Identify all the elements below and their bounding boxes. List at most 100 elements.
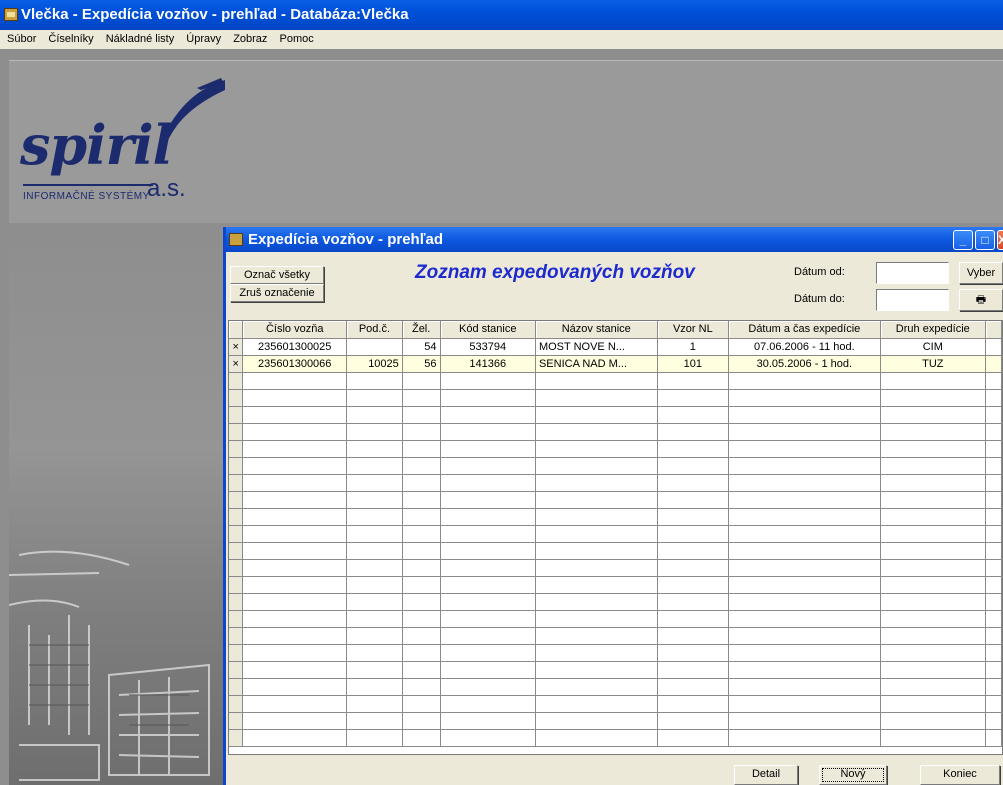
table-cell[interactable]: 56 bbox=[402, 355, 441, 373]
table-cell[interactable] bbox=[535, 559, 658, 577]
wagon-grid[interactable]: Číslo vozňa Pod.č. Žel. Kód stanice Názo… bbox=[228, 320, 1003, 755]
row-mark-checkbox[interactable] bbox=[229, 627, 244, 645]
table-cell[interactable] bbox=[402, 491, 441, 509]
table-cell[interactable]: 141366 bbox=[440, 355, 536, 373]
table-row[interactable] bbox=[229, 474, 1002, 492]
table-cell[interactable] bbox=[728, 457, 881, 475]
table-cell[interactable] bbox=[657, 508, 730, 526]
table-cell[interactable] bbox=[346, 406, 403, 424]
table-cell[interactable]: 54 bbox=[402, 338, 441, 356]
table-cell[interactable] bbox=[346, 644, 403, 662]
clear-selection-button[interactable]: Zruš označenie bbox=[230, 284, 324, 302]
table-cell[interactable] bbox=[535, 576, 658, 594]
table-cell[interactable] bbox=[440, 542, 536, 560]
table-cell[interactable] bbox=[242, 695, 348, 713]
table-cell[interactable] bbox=[535, 729, 658, 747]
table-cell[interactable] bbox=[535, 508, 658, 526]
table-cell[interactable] bbox=[242, 610, 348, 628]
table-cell[interactable] bbox=[242, 474, 348, 492]
table-cell[interactable] bbox=[880, 627, 987, 645]
table-cell[interactable] bbox=[728, 712, 881, 730]
table-cell[interactable] bbox=[402, 678, 441, 696]
table-cell[interactable] bbox=[535, 474, 658, 492]
table-row[interactable] bbox=[229, 440, 1002, 458]
table-cell[interactable] bbox=[242, 423, 348, 441]
table-cell[interactable] bbox=[728, 423, 881, 441]
table-cell[interactable] bbox=[728, 542, 881, 560]
table-row[interactable] bbox=[229, 593, 1002, 611]
table-cell[interactable] bbox=[535, 610, 658, 628]
table-cell[interactable] bbox=[440, 576, 536, 594]
table-cell[interactable] bbox=[242, 593, 348, 611]
table-cell[interactable] bbox=[242, 406, 348, 424]
table-cell[interactable] bbox=[880, 423, 987, 441]
table-row[interactable] bbox=[229, 695, 1002, 713]
table-cell[interactable] bbox=[657, 644, 730, 662]
table-cell[interactable] bbox=[657, 678, 730, 696]
table-cell[interactable] bbox=[535, 491, 658, 509]
table-cell[interactable] bbox=[880, 440, 987, 458]
table-cell[interactable] bbox=[440, 440, 536, 458]
table-cell[interactable] bbox=[880, 389, 987, 407]
table-cell[interactable] bbox=[535, 695, 658, 713]
table-cell[interactable] bbox=[402, 695, 441, 713]
detail-button[interactable]: Detail bbox=[734, 765, 798, 785]
row-mark-checkbox[interactable] bbox=[229, 372, 244, 390]
table-cell[interactable] bbox=[880, 457, 987, 475]
table-cell[interactable] bbox=[880, 406, 987, 424]
menu-help[interactable]: Pomoc bbox=[280, 33, 314, 45]
table-cell[interactable] bbox=[402, 712, 441, 730]
table-cell[interactable] bbox=[728, 576, 881, 594]
row-mark-checkbox[interactable] bbox=[229, 389, 244, 407]
table-cell[interactable] bbox=[728, 372, 881, 390]
table-cell[interactable] bbox=[535, 389, 658, 407]
table-cell[interactable] bbox=[880, 372, 987, 390]
table-cell[interactable]: TUZ bbox=[880, 355, 987, 373]
table-row[interactable] bbox=[229, 661, 1002, 679]
table-cell[interactable] bbox=[880, 729, 987, 747]
table-cell[interactable] bbox=[440, 457, 536, 475]
table-cell[interactable] bbox=[440, 678, 536, 696]
table-row[interactable] bbox=[229, 542, 1002, 560]
table-cell[interactable] bbox=[346, 542, 403, 560]
table-cell[interactable] bbox=[657, 729, 730, 747]
row-mark-checkbox[interactable] bbox=[229, 559, 244, 577]
table-cell[interactable] bbox=[880, 508, 987, 526]
table-cell[interactable] bbox=[346, 474, 403, 492]
table-cell[interactable] bbox=[440, 712, 536, 730]
maximize-icon[interactable]: □ bbox=[975, 230, 995, 250]
table-cell[interactable] bbox=[440, 661, 536, 679]
table-cell[interactable] bbox=[728, 508, 881, 526]
table-cell[interactable] bbox=[402, 593, 441, 611]
table-cell[interactable] bbox=[880, 559, 987, 577]
table-cell[interactable] bbox=[657, 491, 730, 509]
menu-waybills[interactable]: Nákladné listy bbox=[106, 33, 174, 45]
table-cell[interactable] bbox=[242, 678, 348, 696]
menu-file[interactable]: Súbor bbox=[7, 33, 36, 45]
column-header-wagon-number[interactable]: Číslo vozňa bbox=[242, 321, 348, 339]
table-cell[interactable] bbox=[440, 525, 536, 543]
table-cell[interactable] bbox=[440, 729, 536, 747]
row-mark-checkbox[interactable] bbox=[229, 729, 244, 747]
table-cell[interactable] bbox=[657, 627, 730, 645]
menu-view[interactable]: Zobraz bbox=[233, 33, 267, 45]
table-cell[interactable] bbox=[402, 627, 441, 645]
table-cell[interactable] bbox=[402, 542, 441, 560]
table-cell[interactable] bbox=[440, 423, 536, 441]
table-cell[interactable] bbox=[402, 440, 441, 458]
row-mark-checkbox[interactable] bbox=[229, 661, 244, 679]
table-cell[interactable] bbox=[535, 423, 658, 441]
table-cell[interactable] bbox=[402, 508, 441, 526]
table-row[interactable] bbox=[229, 389, 1002, 407]
table-cell[interactable] bbox=[657, 593, 730, 611]
table-cell[interactable] bbox=[728, 525, 881, 543]
column-header-sub-number[interactable]: Pod.č. bbox=[346, 321, 403, 339]
table-cell[interactable]: MOST NOVE N... bbox=[535, 338, 658, 356]
table-cell[interactable] bbox=[728, 491, 881, 509]
table-row[interactable] bbox=[229, 678, 1002, 696]
table-cell[interactable] bbox=[535, 440, 658, 458]
table-cell[interactable] bbox=[242, 440, 348, 458]
table-cell[interactable] bbox=[402, 474, 441, 492]
table-cell[interactable] bbox=[728, 729, 881, 747]
table-row[interactable] bbox=[229, 712, 1002, 730]
